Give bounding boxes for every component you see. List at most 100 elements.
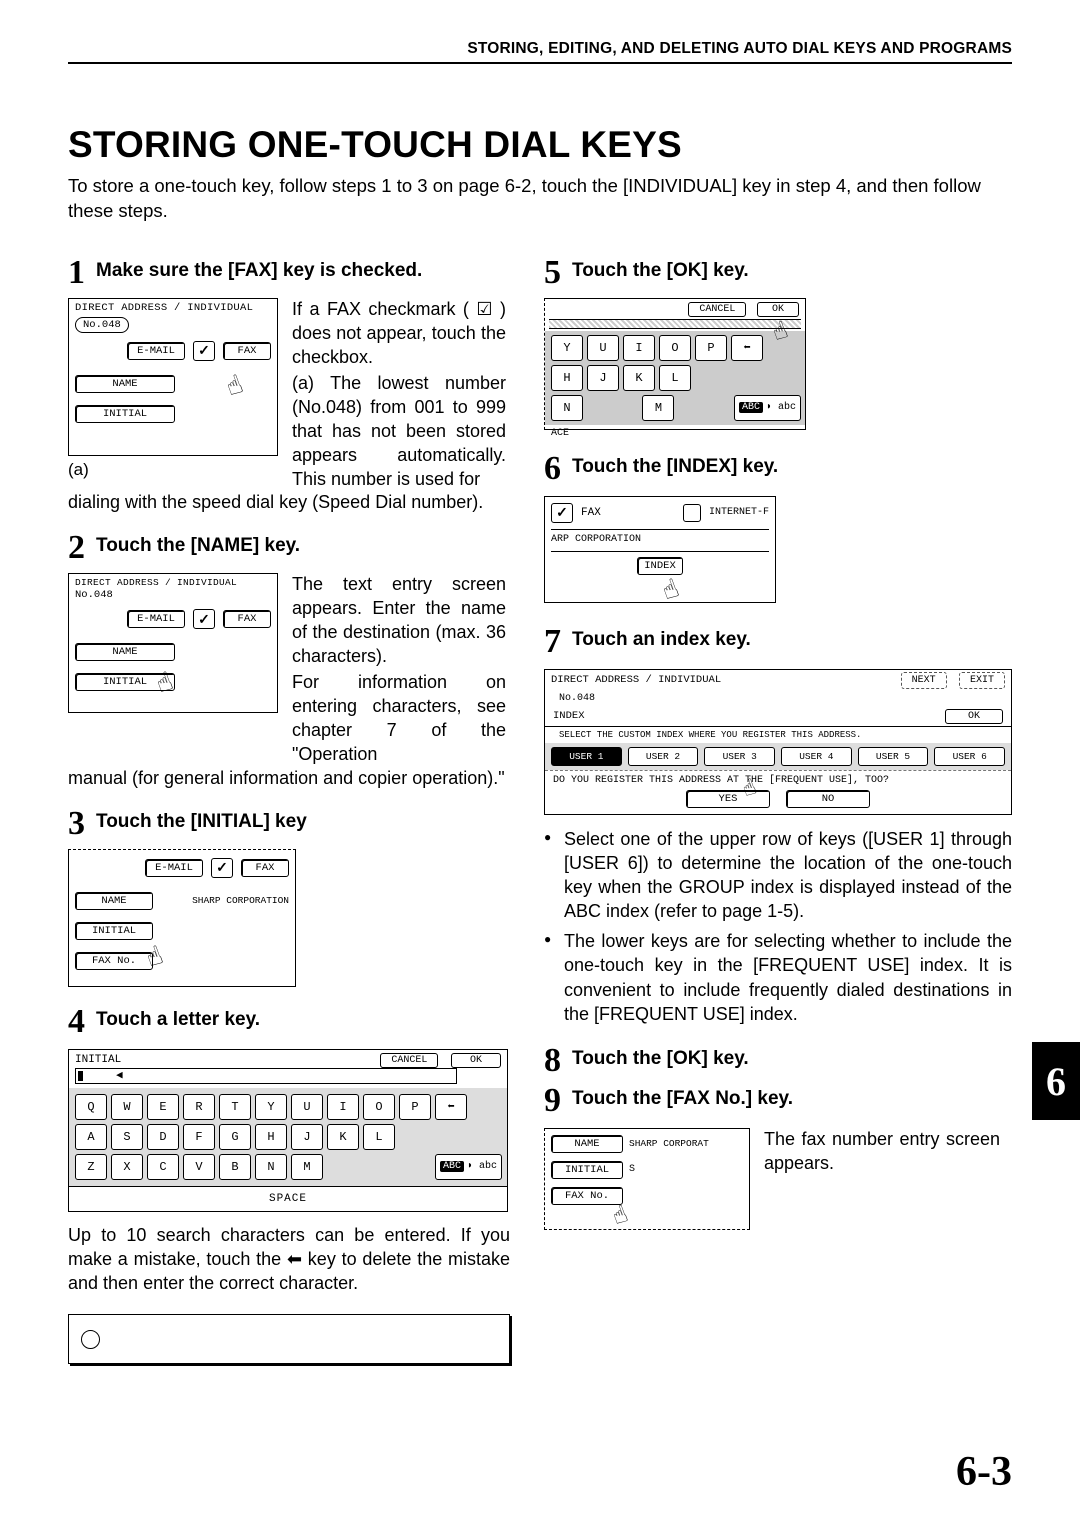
cancel-button[interactable]: CANCEL [688, 302, 746, 317]
fax-field-button[interactable]: FAX [223, 342, 271, 360]
keyboard-key[interactable]: O [363, 1094, 395, 1120]
user-index-button[interactable]: USER 6 [934, 747, 1005, 766]
step2-desc-1: The text entry screen appears. Enter the… [292, 573, 506, 669]
backspace-key[interactable]: ⬅ [731, 335, 763, 361]
initial-field-button[interactable]: INITIAL [75, 922, 153, 940]
keyboard-key[interactable]: U [587, 335, 619, 361]
backspace-key[interactable]: ⬅ [435, 1094, 467, 1120]
step9-screen: NAME SHARP CORPORAT INITIAL S FAX No. ☝ [544, 1128, 750, 1230]
step-heading: Touch the [INDEX] key. [572, 456, 778, 479]
name-field-button[interactable]: NAME [75, 892, 153, 910]
keyboard-key[interactable]: F [183, 1124, 215, 1150]
user-index-button[interactable]: USER 3 [704, 747, 775, 766]
keyboard-key[interactable]: S [111, 1124, 143, 1150]
name-value: SHARP CORPORATION [192, 895, 289, 906]
step6-screen: ✓ FAX INTERNET-F ARP CORPORATION INDEX ☝ [544, 496, 776, 603]
user-index-button[interactable]: USER 2 [628, 747, 699, 766]
frequent-use-question: DO YOU REGISTER THIS ADDRESS AT THE [FRE… [545, 770, 1011, 788]
step-heading: Touch the [OK] key. [572, 260, 749, 283]
step-8-header: 8 Touch the [OK] key. [544, 1044, 1012, 1078]
screen-title: DIRECT ADDRESS / INDIVIDUAL [69, 574, 277, 589]
fax-checkbox[interactable]: ✓ [551, 503, 573, 523]
fax-field-button[interactable]: FAX [223, 610, 271, 628]
step-1-header: 1 Make sure the [FAX] key is checked. [68, 256, 510, 290]
initial-field-button[interactable]: INITIAL [551, 1161, 623, 1179]
user-index-button[interactable]: USER 4 [781, 747, 852, 766]
page-title: STORING ONE-TOUCH DIAL KEYS [68, 124, 1012, 166]
step-number: 4 [68, 1005, 96, 1039]
name-field-button[interactable]: NAME [75, 375, 175, 393]
space-key[interactable]: SPACE [69, 1186, 507, 1211]
user-index-button[interactable]: USER 5 [858, 747, 929, 766]
fax-checkbox[interactable]: ✓ [193, 609, 215, 629]
exit-button[interactable]: EXIT [959, 672, 1005, 689]
no-button[interactable]: NO [786, 790, 870, 808]
keyboard-key[interactable]: H [255, 1124, 287, 1150]
keyboard-key[interactable]: N [551, 395, 583, 421]
keyboard-key[interactable]: N [255, 1154, 287, 1180]
cancel-button[interactable]: CANCEL [380, 1053, 438, 1068]
step-heading: Make sure the [FAX] key is checked. [96, 260, 422, 283]
email-field-button[interactable]: E-MAIL [127, 610, 185, 628]
keyboard-key[interactable]: C [147, 1154, 179, 1180]
ok-button[interactable]: OK [451, 1053, 501, 1068]
keyboard-key[interactable]: X [111, 1154, 143, 1180]
initial-field-button[interactable]: INITIAL [75, 405, 175, 423]
user-index-button[interactable]: USER 1 [551, 747, 622, 766]
keyboard-key[interactable]: O [659, 335, 691, 361]
email-field-button[interactable]: E-MAIL [127, 342, 185, 360]
keyboard-key[interactable]: K [327, 1124, 359, 1150]
keyboard-key[interactable]: Q [75, 1094, 107, 1120]
fax-checkbox[interactable]: ✓ [193, 341, 215, 361]
ok-button[interactable]: OK [757, 302, 799, 317]
step3-screen: E-MAIL ✓ FAX NAME SHARP CORPORATION INIT… [68, 849, 296, 987]
fax-checkbox[interactable]: ✓ [211, 858, 233, 878]
keyboard-key[interactable]: B [219, 1154, 251, 1180]
keyboard-key[interactable]: Y [551, 335, 583, 361]
step-heading: Touch the [OK] key. [572, 1048, 749, 1071]
keyboard-key[interactable]: P [695, 335, 727, 361]
email-field-button[interactable]: E-MAIL [145, 859, 203, 877]
blank-key [363, 1154, 395, 1180]
name-line: ARP CORPORATION [551, 529, 769, 545]
next-button[interactable]: NEXT [901, 672, 947, 689]
step2-desc-2a: For information on entering characters, … [292, 671, 506, 767]
keyboard-key[interactable]: Z [75, 1154, 107, 1180]
keyboard-key[interactable]: T [219, 1094, 251, 1120]
keyboard-key[interactable]: V [183, 1154, 215, 1180]
keyboard-mode-toggle[interactable]: ABC◗ abc [734, 395, 801, 421]
keyboard-key[interactable]: R [183, 1094, 215, 1120]
name-field-button[interactable]: NAME [75, 643, 175, 661]
callout-a-label: (a) [68, 460, 278, 480]
keyboard-mode-toggle[interactable]: ABC◗ abc [435, 1154, 502, 1180]
record-number: No.048 [545, 690, 1011, 707]
fax-label: FAX [581, 507, 601, 519]
keyboard-key[interactable]: H [551, 365, 583, 391]
keyboard-key[interactable]: Y [255, 1094, 287, 1120]
keyboard-key[interactable]: W [111, 1094, 143, 1120]
keyboard-key[interactable]: P [399, 1094, 431, 1120]
index-button[interactable]: INDEX [637, 557, 683, 575]
text-cursor-field[interactable] [75, 1068, 457, 1084]
internet-checkbox[interactable] [683, 504, 701, 522]
keyboard-key[interactable]: I [623, 335, 655, 361]
keyboard-key[interactable]: J [291, 1124, 323, 1150]
keyboard-key[interactable]: K [623, 365, 655, 391]
page-number: 6-3 [956, 1448, 1012, 1496]
keyboard-key[interactable]: D [147, 1124, 179, 1150]
keyboard-key[interactable]: L [363, 1124, 395, 1150]
ok-button[interactable]: OK [945, 709, 1003, 724]
name-field-button[interactable]: NAME [551, 1135, 623, 1153]
keyboard-key[interactable]: U [291, 1094, 323, 1120]
keyboard-key[interactable]: L [659, 365, 691, 391]
keyboard-key[interactable]: G [219, 1124, 251, 1150]
keyboard-key[interactable]: E [147, 1094, 179, 1120]
step-6-header: 6 Touch the [INDEX] key. [544, 452, 1012, 486]
keyboard-key[interactable]: I [327, 1094, 359, 1120]
keyboard-key[interactable]: M [291, 1154, 323, 1180]
keyboard-key[interactable]: A [75, 1124, 107, 1150]
fax-field-button[interactable]: FAX [241, 859, 289, 877]
keyboard-key[interactable]: J [587, 365, 619, 391]
faxno-field-button[interactable]: FAX No. [75, 952, 153, 970]
keyboard-key[interactable]: M [642, 395, 674, 421]
